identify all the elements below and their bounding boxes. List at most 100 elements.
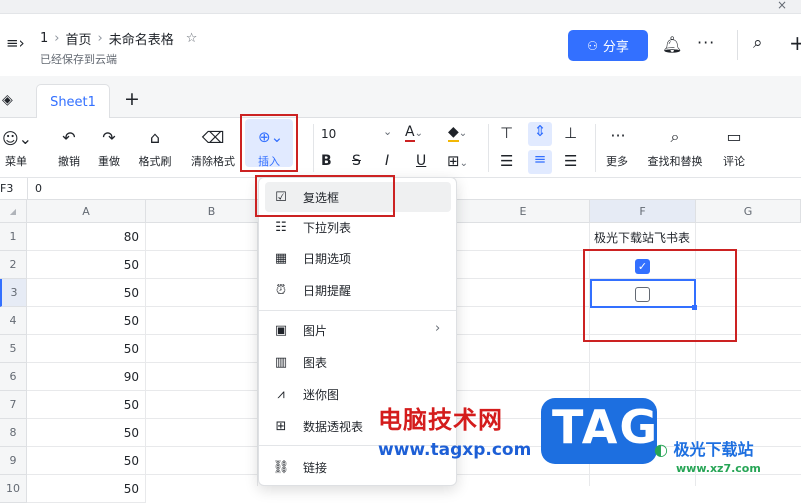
close-icon[interactable]: × <box>777 0 787 12</box>
table-cell[interactable]: 50 <box>27 447 146 475</box>
font-size-select[interactable]: 10 <box>321 127 336 141</box>
font-color-icon[interactable]: A⌄ <box>405 124 423 142</box>
comment-icon[interactable]: ▭ <box>722 127 746 146</box>
chevron-down-icon[interactable]: ⌄ <box>383 125 392 138</box>
format-painter-button[interactable]: 格式刷 <box>134 153 176 169</box>
column-header-e[interactable]: E <box>457 200 590 223</box>
add-sheet-button[interactable]: + <box>124 88 140 110</box>
bold-icon[interactable]: B <box>321 153 332 169</box>
row-header[interactable]: 5 <box>0 335 27 363</box>
redo-icon[interactable]: ↷ <box>97 128 121 147</box>
table-cell[interactable]: 50 <box>27 391 146 419</box>
star-icon[interactable]: ☆ <box>186 31 198 46</box>
pivot-table-icon: ⊞ <box>275 418 287 434</box>
bell-icon[interactable]: 🔔︎ <box>662 35 682 54</box>
table-cell[interactable]: 50 <box>27 279 146 307</box>
share-button[interactable]: ⚇ 分享 <box>568 30 648 61</box>
column-header-a[interactable]: A <box>27 200 146 223</box>
row-header[interactable]: 9 <box>0 447 27 475</box>
column-header-g[interactable]: G <box>696 200 801 223</box>
breadcrumb: 1 › 首页 › 未命名表格 ☆ <box>40 29 197 48</box>
breadcrumb-item-home[interactable]: 首页 <box>65 29 91 48</box>
row-header[interactable]: 6 <box>0 363 27 391</box>
italic-icon[interactable]: I <box>385 153 389 169</box>
breadcrumb-item-root[interactable]: 1 <box>40 31 48 46</box>
row-header[interactable]: 2 <box>0 251 27 279</box>
divider <box>737 30 738 60</box>
more-icon[interactable]: ··· <box>697 33 715 52</box>
find-replace-icon[interactable]: ⌕ <box>663 127 687 147</box>
menu-item-chart[interactable]: ▥ 图表 <box>269 347 447 377</box>
save-status: 已经保存到云端 <box>40 53 117 66</box>
table-cell[interactable]: 50 <box>27 419 146 447</box>
divider <box>27 178 28 200</box>
eraser-icon[interactable]: ⌫ <box>201 128 225 147</box>
table-cell-f1[interactable]: 极光下载站飞书表 <box>590 223 696 251</box>
insert-label: 插入 <box>258 155 280 168</box>
row-header[interactable]: 3 <box>0 279 27 307</box>
format-painter-icon[interactable]: ⌂ <box>143 128 167 147</box>
layers-icon[interactable]: ◈ <box>2 92 13 108</box>
row-header[interactable]: 1 <box>0 223 27 251</box>
chevron-right-icon: › <box>54 31 60 46</box>
column-header-f[interactable]: F <box>590 200 696 223</box>
undo-icon[interactable]: ↶ <box>57 128 81 147</box>
align-middle-icon[interactable]: ⇕ <box>528 122 552 146</box>
border-icon[interactable]: ⊞⌄ <box>447 152 468 170</box>
menu-icon[interactable]: ☺⌄ <box>0 129 34 148</box>
row-header[interactable]: 7 <box>0 391 27 419</box>
undo-button[interactable]: 撤销 <box>54 153 84 169</box>
fill-color-icon[interactable]: ◆⌄ <box>448 124 467 142</box>
table-cell[interactable]: 50 <box>27 335 146 363</box>
add-circle-icon: ⊕⌄ <box>258 128 284 146</box>
align-top-icon[interactable]: ⊤ <box>500 124 513 142</box>
menu-item-image[interactable]: ▣ 图片 <box>269 315 447 345</box>
sidebar-toggle-icon[interactable]: ≡› <box>6 34 25 52</box>
redo-button[interactable]: 重做 <box>94 153 124 169</box>
menu-item-date-reminder[interactable]: ⏰︎ 日期提醒 <box>269 275 447 305</box>
more-icon[interactable]: ··· <box>606 126 630 145</box>
watermark-brand-url: www.xz7.com <box>676 462 761 475</box>
calendar-icon: ▦ <box>274 250 288 266</box>
dropdown-list-icon: ☷ <box>275 219 287 235</box>
column-b-cells[interactable] <box>146 223 258 486</box>
divider <box>313 124 314 172</box>
document-title[interactable]: 未命名表格 <box>109 29 174 48</box>
sparkline-icon: ⩘ <box>277 386 285 402</box>
comment-button[interactable]: 评论 <box>719 153 749 169</box>
find-replace-button[interactable]: 查找和替换 <box>642 153 708 169</box>
row-header[interactable]: 8 <box>0 419 27 447</box>
row-header[interactable]: 4 <box>0 307 27 335</box>
strikethrough-icon[interactable]: S <box>352 153 361 169</box>
add-icon[interactable]: + <box>789 31 801 55</box>
tab-sheet1[interactable]: Sheet1 <box>36 84 110 119</box>
image-icon: ▣ <box>274 322 288 338</box>
align-bottom-icon[interactable]: ⊥ <box>564 124 577 142</box>
align-right-icon[interactable]: ☰ <box>564 152 577 170</box>
search-icon[interactable]: ⌕ <box>753 33 763 53</box>
more-button[interactable]: 更多 <box>602 153 632 169</box>
watermark-tag-text: TAG <box>552 400 660 454</box>
aurora-logo-icon: ◐ <box>654 440 668 459</box>
cell-reference[interactable]: F3 <box>0 182 13 195</box>
table-cell[interactable]: 90 <box>27 363 146 391</box>
window-top-strip <box>0 0 801 14</box>
align-left-icon[interactable]: ☰ <box>500 152 513 170</box>
bar-chart-icon: ▥ <box>274 354 288 370</box>
divider <box>595 124 596 172</box>
menu-item-date-option[interactable]: ▦ 日期选项 <box>269 243 447 273</box>
clear-format-button[interactable]: 清除格式 <box>187 153 239 169</box>
table-cell[interactable]: 50 <box>27 251 146 279</box>
menu-button[interactable]: 菜单 <box>2 153 30 169</box>
select-all-corner[interactable]: ◢ <box>0 200 27 223</box>
table-cell[interactable]: 80 <box>27 223 146 251</box>
menu-item-highlight <box>255 175 395 217</box>
table-cell[interactable]: 50 <box>27 475 146 503</box>
chevron-right-icon: › <box>97 31 103 46</box>
table-cell[interactable]: 50 <box>27 307 146 335</box>
formula-input[interactable]: 0 <box>35 182 42 195</box>
align-center-icon[interactable]: ≡ <box>528 150 552 174</box>
users-icon: ⚇ <box>587 38 598 53</box>
underline-icon[interactable]: U <box>416 153 426 169</box>
row-header[interactable]: 10 <box>0 475 27 503</box>
